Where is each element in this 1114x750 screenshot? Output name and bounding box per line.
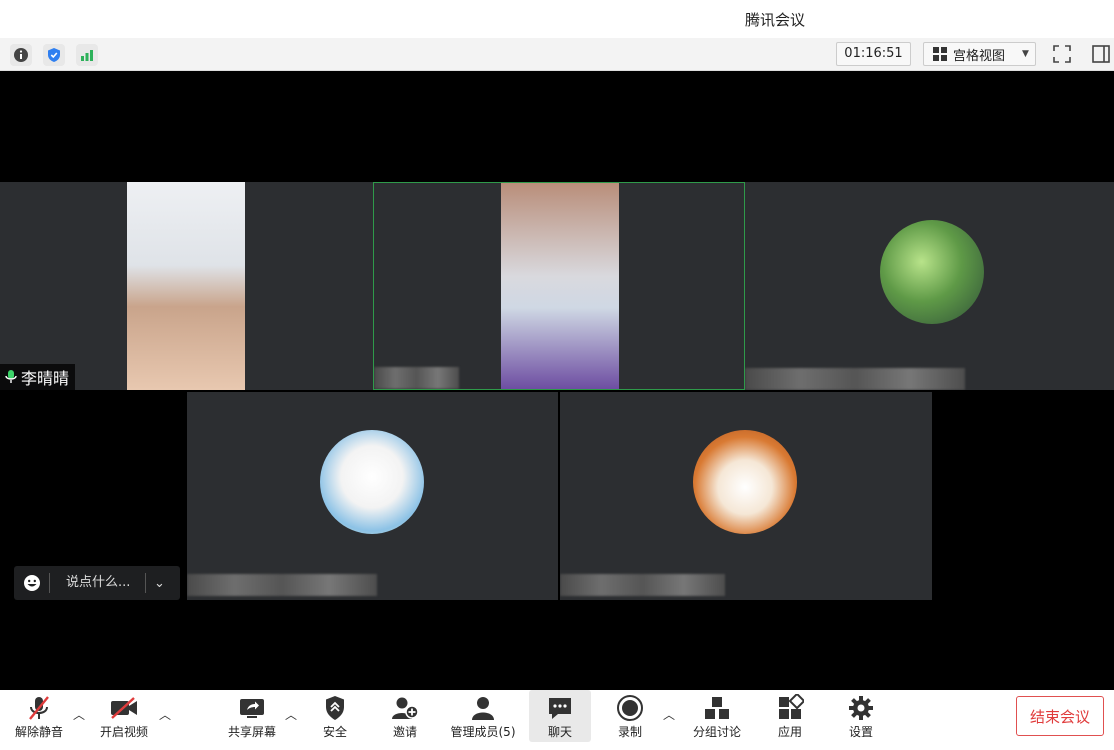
signal-icon[interactable] — [76, 44, 98, 66]
gear-icon — [847, 693, 875, 723]
record-options-caret-icon[interactable]: ︿ — [663, 706, 675, 723]
participant-tile[interactable] — [187, 392, 558, 600]
chat-placeholder[interactable]: 说点什么... — [50, 573, 146, 593]
camera-off-icon — [109, 693, 139, 723]
chevron-icon[interactable]: ⌄ — [146, 576, 165, 591]
participant-name: 李晴晴 — [21, 369, 70, 388]
apps-icon — [776, 693, 804, 723]
record-icon — [616, 693, 644, 723]
participant-tile[interactable] — [560, 392, 932, 600]
chat-quick-input[interactable]: 说点什么... ⌄ — [14, 566, 180, 600]
participant-avatar — [693, 430, 797, 534]
participant-tile-active-speaker[interactable] — [373, 182, 745, 390]
blurred-name-label — [745, 368, 965, 390]
unmute-button[interactable]: 解除静音 — [8, 690, 70, 742]
participant-tile[interactable] — [745, 182, 1114, 390]
info-icon[interactable] — [10, 44, 32, 66]
share-screen-button[interactable]: 共享屏幕 — [222, 690, 282, 742]
video-options-caret-icon[interactable]: ︿ — [159, 706, 171, 723]
blurred-name-label — [374, 367, 459, 389]
participant-video — [127, 182, 245, 390]
muted-microphone-icon — [26, 693, 52, 723]
shield-icon[interactable] — [43, 44, 65, 66]
participant-video — [501, 183, 619, 389]
security-shield-icon — [324, 693, 346, 723]
chat-label: 聊天 — [547, 725, 572, 739]
unmute-label: 解除静音 — [14, 725, 63, 739]
apps-label: 应用 — [777, 725, 802, 739]
settings-button[interactable]: 设置 — [838, 690, 884, 742]
microphone-icon — [5, 370, 17, 383]
invite-button[interactable]: 邀请 — [382, 690, 428, 742]
emoji-icon[interactable] — [14, 573, 50, 593]
grid-icon — [933, 47, 947, 61]
view-mode-select[interactable]: 宫格视图 ▼ — [923, 42, 1036, 66]
fullscreen-icon[interactable] — [1049, 42, 1075, 66]
info-bar: 01:16:51 宫格视图 ▼ — [0, 38, 1114, 71]
participant-avatar — [320, 430, 424, 534]
window-title: 腾讯会议 — [745, 11, 806, 29]
security-label: 安全 — [322, 725, 347, 739]
share-screen-label: 共享屏幕 — [227, 725, 276, 739]
invite-label: 邀请 — [392, 725, 417, 739]
caret-down-icon: ▼ — [1022, 49, 1029, 59]
breakout-rooms-icon — [703, 693, 731, 723]
breakout-rooms-button[interactable]: 分组讨论 — [686, 690, 748, 742]
blurred-name-label — [560, 574, 725, 596]
security-button[interactable]: 安全 — [312, 690, 358, 742]
manage-members-button[interactable]: 管理成员(5) — [445, 690, 521, 742]
start-video-button[interactable]: 开启视频 — [93, 690, 155, 742]
chat-button[interactable]: 聊天 — [529, 690, 591, 742]
sidebar-toggle-icon[interactable] — [1088, 42, 1114, 66]
share-screen-icon — [238, 693, 266, 723]
record-button[interactable]: 录制 — [606, 690, 654, 742]
title-bar: 腾讯会议 — [0, 0, 1114, 38]
meeting-window: 腾讯会议 01:16:51 宫格视图 ▼ 李晴晴 说点什么... ⌄ 解除静音 … — [0, 0, 1114, 750]
chat-bubble-icon — [546, 693, 574, 723]
blurred-name-label — [187, 574, 377, 596]
meeting-timer: 01:16:51 — [836, 42, 911, 66]
end-meeting-button[interactable]: 结束会议 — [1016, 696, 1104, 736]
invite-user-icon — [391, 693, 419, 723]
manage-members-label: 管理成员(5) — [450, 725, 516, 739]
start-video-label: 开启视频 — [99, 725, 148, 739]
breakout-rooms-label: 分组讨论 — [692, 725, 741, 739]
members-icon — [470, 693, 496, 723]
participant-tile[interactable]: 李晴晴 — [0, 182, 373, 390]
participant-name-label: 李晴晴 — [0, 364, 76, 390]
audio-options-caret-icon[interactable]: ︿ — [73, 706, 85, 723]
participant-avatar — [880, 220, 984, 324]
bottom-toolbar: 解除静音 ︿ 开启视频 ︿ 共享屏幕 ︿ 安全 邀请 管理成员(5) 聊天 录制… — [0, 690, 1114, 750]
share-options-caret-icon[interactable]: ︿ — [285, 706, 297, 723]
view-mode-label: 宫格视图 — [953, 48, 1006, 64]
record-label: 录制 — [617, 725, 642, 739]
apps-button[interactable]: 应用 — [767, 690, 813, 742]
settings-label: 设置 — [848, 725, 873, 739]
